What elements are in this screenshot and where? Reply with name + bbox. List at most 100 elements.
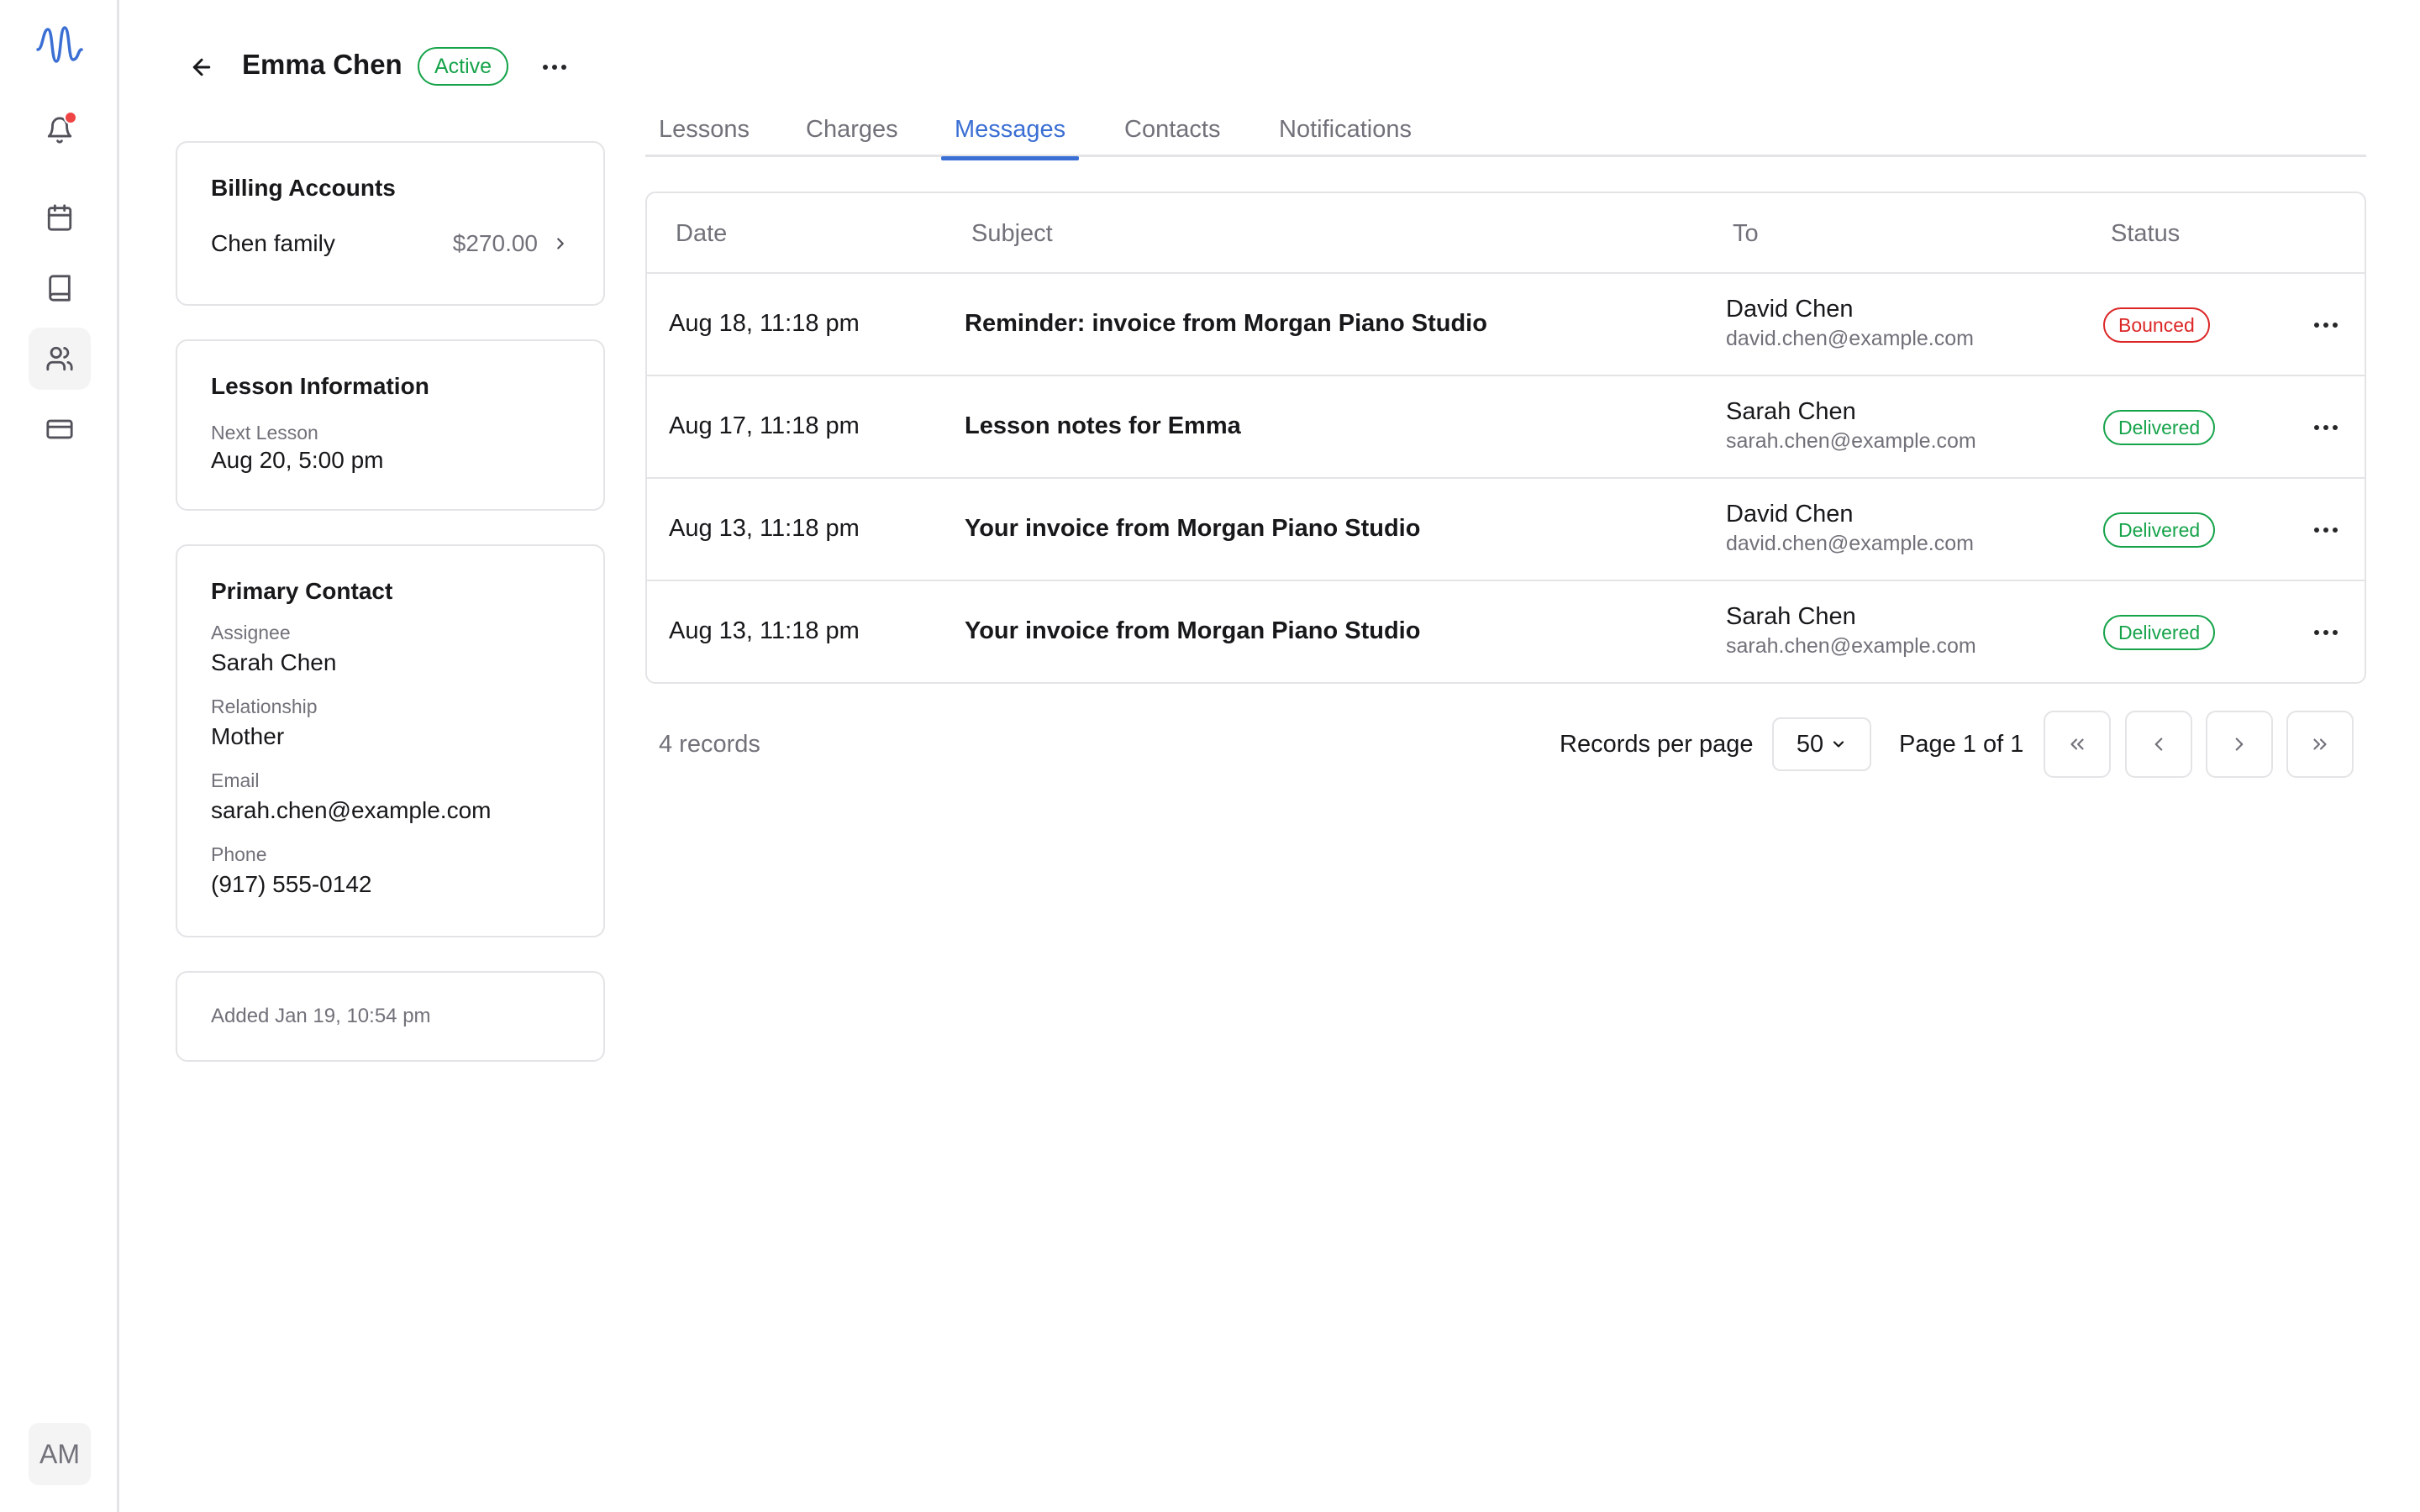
- row-more-button[interactable]: [2309, 513, 2343, 547]
- table-header: Date Subject To Status: [647, 193, 2365, 274]
- recipient-email: sarah.chen@example.com: [1726, 429, 1976, 453]
- sidebar-item-lessons[interactable]: [29, 257, 91, 319]
- more-horizontal-icon: [2314, 425, 2338, 430]
- recipient-name: Sarah Chen: [1726, 398, 1856, 425]
- tab-notifications[interactable]: Notifications: [1279, 116, 1412, 158]
- next-lesson-value: Aug 20, 5:00 pm: [211, 447, 384, 473]
- card-title: Primary Contact: [211, 578, 393, 604]
- column-header-date[interactable]: Date: [676, 220, 727, 248]
- more-horizontal-icon: [2314, 630, 2338, 635]
- tab-bar: Lessons Charges Messages Contacts Notifi…: [645, 113, 2366, 160]
- previous-page-button[interactable]: [2125, 711, 2192, 778]
- recipient-email: sarah.chen@example.com: [1726, 634, 1976, 658]
- arrow-left-icon: [192, 58, 211, 76]
- chevrons-right-icon: [2313, 738, 2327, 750]
- chevron-left-icon: [2154, 738, 2163, 751]
- sidebar: AM: [0, 0, 119, 1512]
- message-recipient: David Chen david.chen@example.com: [1726, 501, 1974, 556]
- sidebar-item-billing[interactable]: [29, 398, 91, 460]
- next-lesson-label: Next Lesson: [211, 422, 318, 444]
- column-header-subject[interactable]: Subject: [971, 220, 1053, 248]
- tab-lessons[interactable]: Lessons: [659, 116, 750, 158]
- tab-charges[interactable]: Charges: [806, 116, 898, 158]
- phone-field: Phone (917) 555-0142: [211, 843, 371, 898]
- phone-value: (917) 555-0142: [211, 871, 372, 897]
- logo-wave-icon: [36, 26, 83, 63]
- message-date: Aug 18, 11:18 pm: [669, 310, 860, 337]
- user-avatar[interactable]: AM: [29, 1423, 91, 1485]
- tab-contacts[interactable]: Contacts: [1124, 116, 1220, 158]
- row-more-button[interactable]: [2309, 616, 2343, 649]
- users-icon: [46, 346, 73, 371]
- recipient-name: David Chen: [1726, 501, 1854, 528]
- assignee-value: Sarah Chen: [211, 649, 337, 675]
- sidebar-item-notifications[interactable]: [29, 99, 91, 161]
- added-date: Added Jan 19, 10:54 pm: [211, 1005, 431, 1027]
- message-recipient: Sarah Chen sarah.chen@example.com: [1726, 398, 1976, 454]
- message-date: Aug 13, 11:18 pm: [669, 617, 860, 644]
- recipient-name: David Chen: [1726, 296, 1854, 323]
- chevron-right-icon: [2235, 738, 2244, 751]
- messages-table: Date Subject To Status Aug 18, 11:18 pm …: [645, 192, 2366, 684]
- email-value: sarah.chen@example.com: [211, 797, 492, 823]
- message-subject: Your invoice from Morgan Piano Studio: [965, 617, 1421, 644]
- status-badge: Active: [418, 47, 509, 86]
- more-horizontal-icon: [2314, 528, 2338, 533]
- last-page-button[interactable]: [2286, 711, 2354, 778]
- chevron-right-icon: [551, 234, 570, 253]
- email-label: Email: [211, 769, 260, 791]
- tab-messages[interactable]: Messages: [940, 116, 1080, 160]
- page-info: Page 1 of 1: [1899, 731, 2024, 758]
- status-badge: Bounced: [2103, 307, 2210, 343]
- table-row[interactable]: Aug 17, 11:18 pm Lesson notes for Emma S…: [647, 376, 2365, 479]
- assignee-field: Assignee Sarah Chen: [211, 622, 336, 676]
- email-field: Email sarah.chen@example.com: [211, 769, 491, 824]
- message-date: Aug 17, 11:18 pm: [669, 412, 860, 439]
- status-badge: Delivered: [2103, 410, 2216, 445]
- status-badge: Delivered: [2103, 512, 2216, 548]
- app-logo[interactable]: [29, 13, 91, 76]
- column-header-status[interactable]: Status: [2111, 220, 2180, 248]
- table-row[interactable]: Aug 13, 11:18 pm Your invoice from Morga…: [647, 479, 2365, 581]
- added-info-card: Added Jan 19, 10:54 pm: [176, 971, 605, 1062]
- relationship-field: Relationship Mother: [211, 696, 318, 750]
- assignee-label: Assignee: [211, 622, 291, 643]
- more-options-button[interactable]: [538, 50, 571, 84]
- credit-card-icon: [46, 419, 73, 439]
- column-header-to[interactable]: To: [1733, 220, 1759, 248]
- table-row[interactable]: Aug 13, 11:18 pm Your invoice from Morga…: [647, 581, 2365, 682]
- status-badge: Delivered: [2103, 615, 2216, 650]
- recipient-email: david.chen@example.com: [1726, 327, 1974, 350]
- phone-label: Phone: [211, 843, 267, 865]
- records-per-page-value: 50: [1796, 730, 1824, 758]
- primary-contact-card: Primary Contact Assignee Sarah Chen Rela…: [176, 544, 605, 937]
- first-page-button[interactable]: [2044, 711, 2111, 778]
- billing-accounts-card: Billing Accounts Chen family $270.00: [176, 141, 605, 306]
- message-date: Aug 13, 11:18 pm: [669, 515, 860, 542]
- relationship-label: Relationship: [211, 696, 318, 717]
- message-recipient: David Chen david.chen@example.com: [1726, 296, 1974, 351]
- records-per-page-label: Records per page: [1560, 731, 1754, 758]
- chevrons-left-icon: [2070, 738, 2084, 750]
- next-page-button[interactable]: [2206, 711, 2273, 778]
- billing-account-row[interactable]: Chen family $270.00: [211, 230, 570, 257]
- book-icon: [49, 275, 71, 302]
- page-title: Emma Chen: [242, 49, 402, 80]
- table-row[interactable]: Aug 18, 11:18 pm Reminder: invoice from …: [647, 274, 2365, 376]
- calendar-icon: [47, 204, 72, 231]
- sidebar-item-calendar[interactable]: [29, 186, 91, 249]
- chevron-down-icon: [1833, 741, 1844, 748]
- billing-account-name: Chen family: [211, 230, 335, 256]
- billing-amount: $270.00: [452, 230, 538, 256]
- records-per-page-select[interactable]: 50: [1772, 717, 1871, 771]
- back-button[interactable]: [185, 50, 218, 84]
- sidebar-item-students[interactable]: [29, 328, 91, 390]
- records-count: 4 records: [659, 731, 760, 758]
- message-recipient: Sarah Chen sarah.chen@example.com: [1726, 603, 1976, 659]
- more-horizontal-icon: [2314, 323, 2338, 328]
- row-more-button[interactable]: [2309, 411, 2343, 444]
- more-horizontal-icon: [543, 65, 566, 70]
- notification-dot: [64, 111, 77, 124]
- lesson-information-card: Lesson Information Next Lesson Aug 20, 5…: [176, 339, 605, 511]
- row-more-button[interactable]: [2309, 308, 2343, 342]
